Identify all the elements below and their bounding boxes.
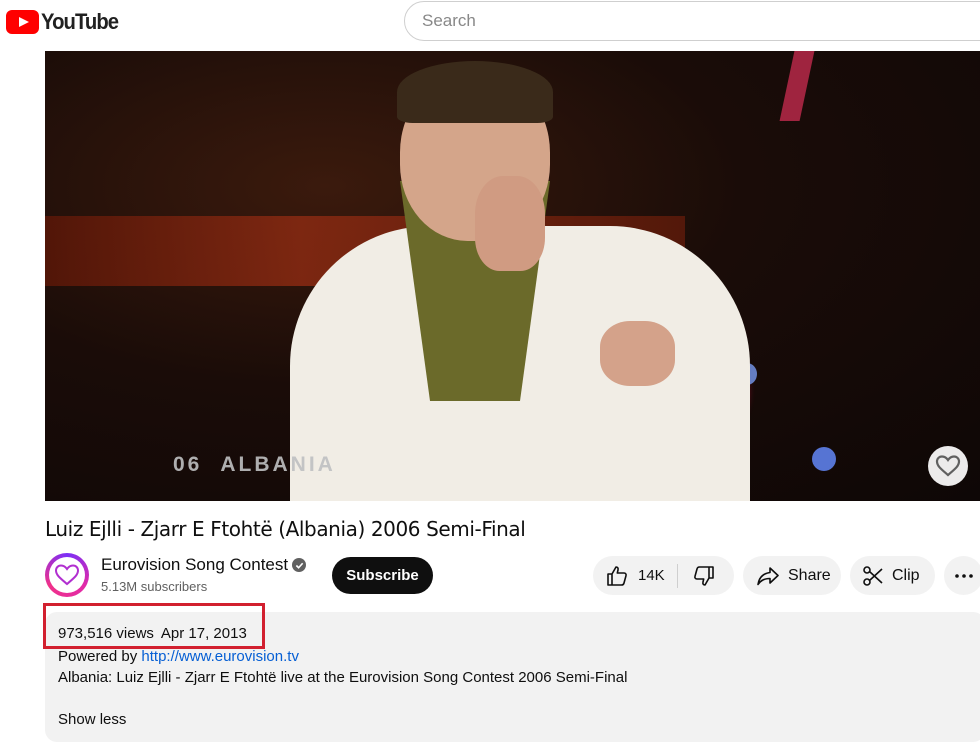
verified-check-icon [292,558,306,572]
powered-by-line: Powered by http://www.eurovision.tv [58,648,299,665]
subscribe-button[interactable]: Subscribe [332,557,433,594]
channel-name[interactable]: Eurovision Song Contest [101,555,288,575]
subscriber-count: 5.13M subscribers [101,579,208,594]
like-count: 14K [638,567,665,584]
like-dislike-group: 14K [593,556,734,595]
stage-blue-light [812,447,836,471]
singer-hand-microphone [475,176,545,271]
singer-fist [600,321,675,386]
stage-pink-light [779,51,815,121]
description-text: Albania: Luiz Ejlli - Zjarr E Ftohtë liv… [58,669,628,686]
video-title: Luiz Ejlli - Zjarr E Ftohtë (Albania) 20… [45,517,526,541]
share-arrow-icon [757,566,779,585]
scissors-icon [863,565,883,586]
search-input[interactable] [404,1,980,41]
eurovision-heart-icon [54,564,80,586]
heart-icon[interactable] [928,446,968,486]
dislike-button[interactable] [678,556,716,595]
share-button[interactable]: Share [743,556,841,595]
video-player[interactable]: 06 ALBANIA [45,51,980,501]
powered-by-text: Powered by [58,648,142,665]
eurovision-link[interactable]: http://www.eurovision.tv [141,648,299,665]
singer-hair [397,61,553,123]
caption-number: 06 [173,453,203,476]
thumbs-up-icon [607,565,627,586]
show-less-button[interactable]: Show less [58,711,126,728]
clip-label: Clip [892,566,920,584]
channel-avatar[interactable] [45,553,89,597]
youtube-logo[interactable]: YouTube [6,9,125,35]
caption-country: ALBANIA [220,453,336,476]
youtube-play-icon [6,10,39,34]
like-button[interactable]: 14K [593,556,665,595]
clip-button[interactable]: Clip [850,556,935,595]
logo-text: YouTube [41,9,119,34]
highlight-box [43,603,265,649]
thumbs-down-icon [693,565,714,586]
more-horizontal-icon [954,573,973,578]
share-label: Share [788,566,831,584]
more-actions-button[interactable] [944,556,980,595]
video-caption-overlay: 06 ALBANIA [173,453,336,477]
